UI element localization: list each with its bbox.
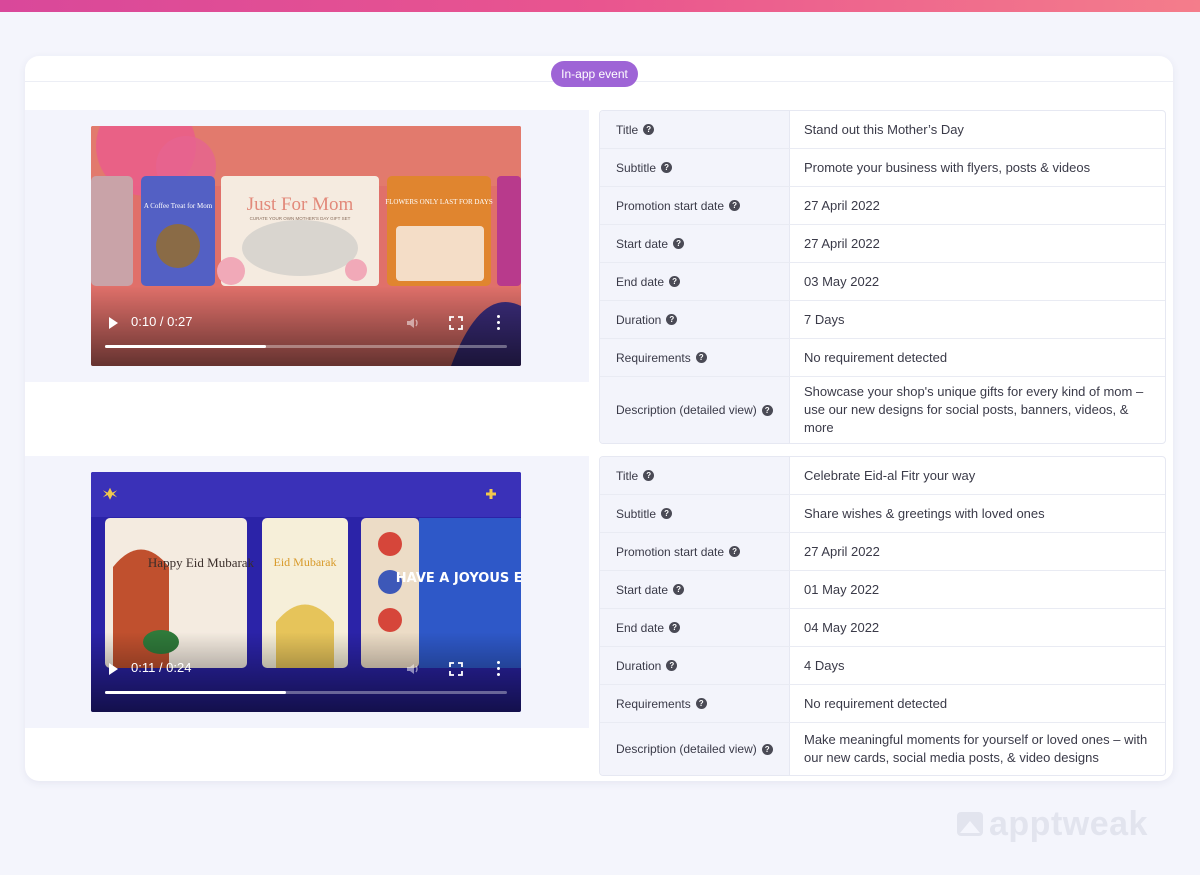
more-options-icon[interactable] <box>495 315 501 331</box>
row-label: Start date <box>616 582 669 597</box>
video-time-2: 0:11 / 0:24 <box>131 660 192 675</box>
table-row: Description (detailed view)? Make meanin… <box>600 723 1165 775</box>
row-label: Description (detailed view) <box>616 403 757 417</box>
art-text-just-for-mom: Just For Mom <box>247 194 354 215</box>
table-row: Promotion start date? 27 April 2022 <box>600 533 1165 571</box>
video-progress-fill-2 <box>105 691 286 694</box>
media-panel-1: A Coffee Treat for Mom Just For Mom CURA… <box>25 110 589 382</box>
watermark-text: apptweak <box>989 804 1148 843</box>
video-controls-1: 0:10 / 0:27 <box>91 286 521 366</box>
row-value: 04 May 2022 <box>804 619 880 635</box>
media-panel-2: Happy Eid Mubarak Eid Mubarak HAVE A JOY… <box>25 456 589 728</box>
table-row: End date? 03 May 2022 <box>600 263 1165 301</box>
video-player-2[interactable]: Happy Eid Mubarak Eid Mubarak HAVE A JOY… <box>91 472 521 712</box>
row-label: End date <box>616 274 665 289</box>
help-icon[interactable]: ? <box>661 162 673 173</box>
video-progress-2[interactable] <box>105 691 507 694</box>
help-icon[interactable]: ? <box>643 124 655 135</box>
volume-icon[interactable] <box>405 315 421 331</box>
table-row: End date? 04 May 2022 <box>600 609 1165 647</box>
row-value: Stand out this Mother’s Day <box>804 121 964 137</box>
art-text-joyous-eid: HAVE A JOYOUS EID! <box>396 571 521 586</box>
table-row: Requirements? No requirement detected <box>600 685 1165 723</box>
row-value: Showcase your shop's unique gifts for ev… <box>804 384 1144 435</box>
row-label: Start date <box>616 236 669 251</box>
more-options-icon[interactable] <box>495 661 501 677</box>
table-row: Duration? 7 Days <box>600 301 1165 339</box>
row-value: 27 April 2022 <box>804 197 880 213</box>
help-icon[interactable]: ? <box>761 404 773 416</box>
table-row: Promotion start date? 27 April 2022 <box>600 187 1165 225</box>
table-row: Title? Celebrate Eid-al Fitr your way <box>600 457 1165 495</box>
help-icon[interactable]: ? <box>666 314 678 325</box>
table-row: Subtitle? Share wishes & greetings with … <box>600 495 1165 533</box>
video-progress-fill-1 <box>105 345 266 348</box>
row-label: Duration <box>616 312 662 327</box>
row-value: No requirement detected <box>804 349 948 365</box>
table-row: Start date? 27 April 2022 <box>600 225 1165 263</box>
table-row: Start date? 01 May 2022 <box>600 571 1165 609</box>
fullscreen-icon[interactable] <box>449 316 463 330</box>
row-value: 01 May 2022 <box>804 581 880 597</box>
row-value: 7 Days <box>804 311 845 327</box>
row-label: Promotion start date <box>616 544 725 559</box>
art-text-happy-eid: Happy Eid Mubarak <box>148 555 255 570</box>
row-value: No requirement detected <box>804 695 948 711</box>
video-controls-2: 0:11 / 0:24 <box>91 632 521 712</box>
row-value: 27 April 2022 <box>804 543 880 559</box>
art-text-curate: CURATE YOUR OWN MOTHER'S DAY GIFT SET <box>250 216 351 221</box>
help-icon[interactable]: ? <box>729 546 741 557</box>
play-icon[interactable] <box>109 317 118 329</box>
row-label: Requirements <box>616 350 691 365</box>
events-card: In-app event A Coffee Treat for Mom Just… <box>25 56 1173 781</box>
art-text-eid-mubarak: Eid Mubarak <box>274 555 337 569</box>
table-row: Description (detailed view)? Showcase yo… <box>600 377 1165 443</box>
help-icon[interactable]: ? <box>695 698 707 709</box>
table-row: Duration? 4 Days <box>600 647 1165 685</box>
video-progress-1[interactable] <box>105 345 507 348</box>
row-value: Make meaningful moments for yourself or … <box>804 732 1148 765</box>
help-icon[interactable]: ? <box>643 470 655 481</box>
row-value: 27 April 2022 <box>804 235 880 251</box>
in-app-event-badge: In-app event <box>551 61 638 87</box>
help-icon[interactable]: ? <box>661 508 673 519</box>
play-icon[interactable] <box>109 663 118 675</box>
table-row: Requirements? No requirement detected <box>600 339 1165 377</box>
fullscreen-icon[interactable] <box>449 662 463 676</box>
row-value: 03 May 2022 <box>804 273 880 289</box>
table-row: Title? Stand out this Mother’s Day <box>600 111 1165 149</box>
apptweak-logo-icon <box>957 812 983 836</box>
row-label: Subtitle <box>616 160 657 175</box>
help-icon[interactable]: ? <box>673 584 685 595</box>
row-value: Share wishes & greetings with loved ones <box>804 505 1045 521</box>
top-gradient-bar <box>0 0 1200 12</box>
row-label: Requirements <box>616 696 691 711</box>
help-icon[interactable]: ? <box>761 743 773 755</box>
help-icon[interactable]: ? <box>695 352 707 363</box>
help-icon[interactable]: ? <box>729 200 741 211</box>
row-value: Promote your business with flyers, posts… <box>804 159 1091 175</box>
video-player-1[interactable]: A Coffee Treat for Mom Just For Mom CURA… <box>91 126 521 366</box>
row-value: Celebrate Eid-al Fitr your way <box>804 467 976 483</box>
help-icon[interactable]: ? <box>666 660 678 671</box>
row-value: 4 Days <box>804 657 845 673</box>
art-text-flowers: FLOWERS ONLY LAST FOR DAYS <box>385 198 493 206</box>
event-details-table-1: Title? Stand out this Mother’s Day Subti… <box>599 110 1166 444</box>
row-label: Title <box>616 122 639 137</box>
row-label: Description (detailed view) <box>616 742 757 756</box>
table-row: Subtitle? Promote your business with fly… <box>600 149 1165 187</box>
row-label: Promotion start date <box>616 198 725 213</box>
video-time-1: 0:10 / 0:27 <box>131 314 193 329</box>
help-icon[interactable]: ? <box>673 238 685 249</box>
help-icon[interactable]: ? <box>669 622 681 633</box>
row-label: Duration <box>616 658 662 673</box>
row-label: Title <box>616 468 639 483</box>
help-icon[interactable]: ? <box>669 276 681 287</box>
event-details-table-2: Title? Celebrate Eid-al Fitr your way Su… <box>599 456 1166 776</box>
apptweak-watermark: apptweak <box>957 804 1148 843</box>
art-text-coffee: A Coffee Treat for Mom <box>144 202 213 210</box>
row-label: Subtitle <box>616 506 657 521</box>
row-label: End date <box>616 620 665 635</box>
volume-icon[interactable] <box>405 661 421 677</box>
